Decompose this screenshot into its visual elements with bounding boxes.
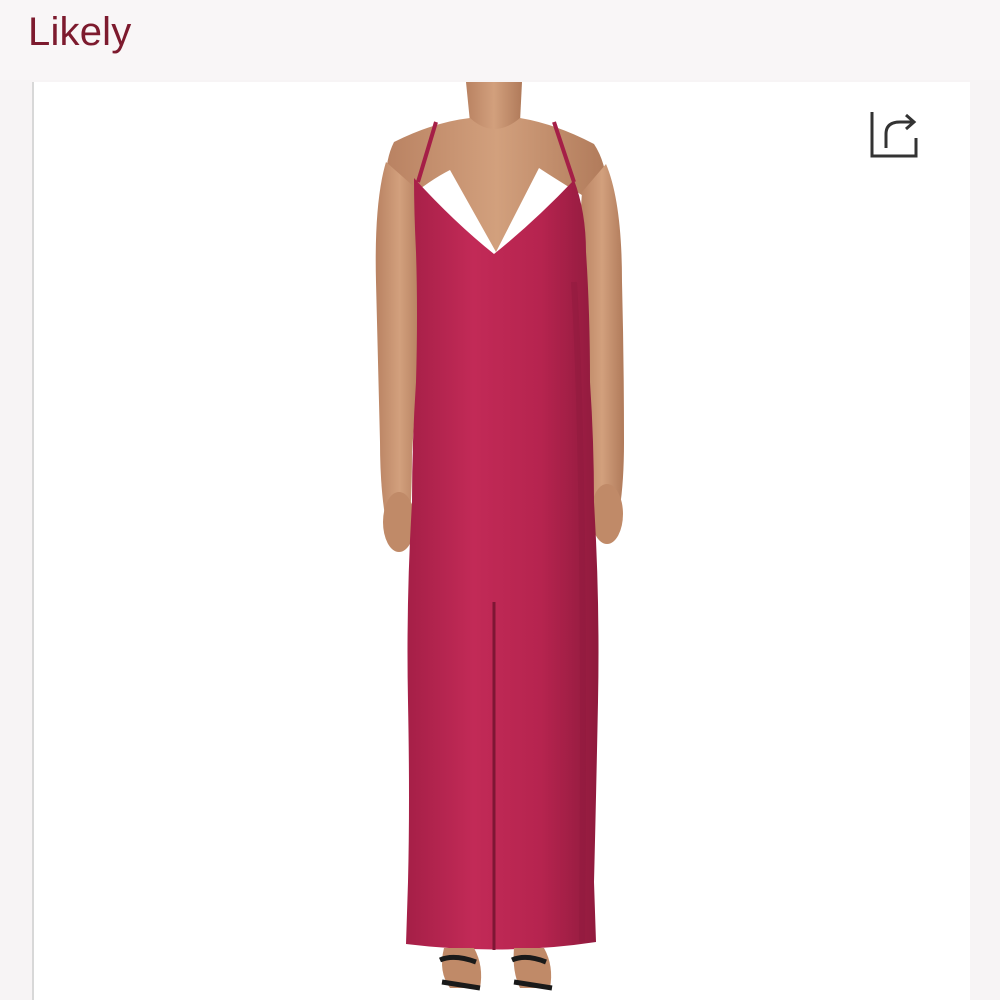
brand-name[interactable]: Likely <box>28 10 131 55</box>
model-right-hand <box>591 484 623 544</box>
share-icon <box>870 112 918 158</box>
product-photo <box>375 82 624 991</box>
product-image-card[interactable] <box>32 82 970 1000</box>
share-button[interactable] <box>864 104 924 164</box>
dress <box>406 178 599 950</box>
header-bar: Likely <box>0 0 1000 80</box>
